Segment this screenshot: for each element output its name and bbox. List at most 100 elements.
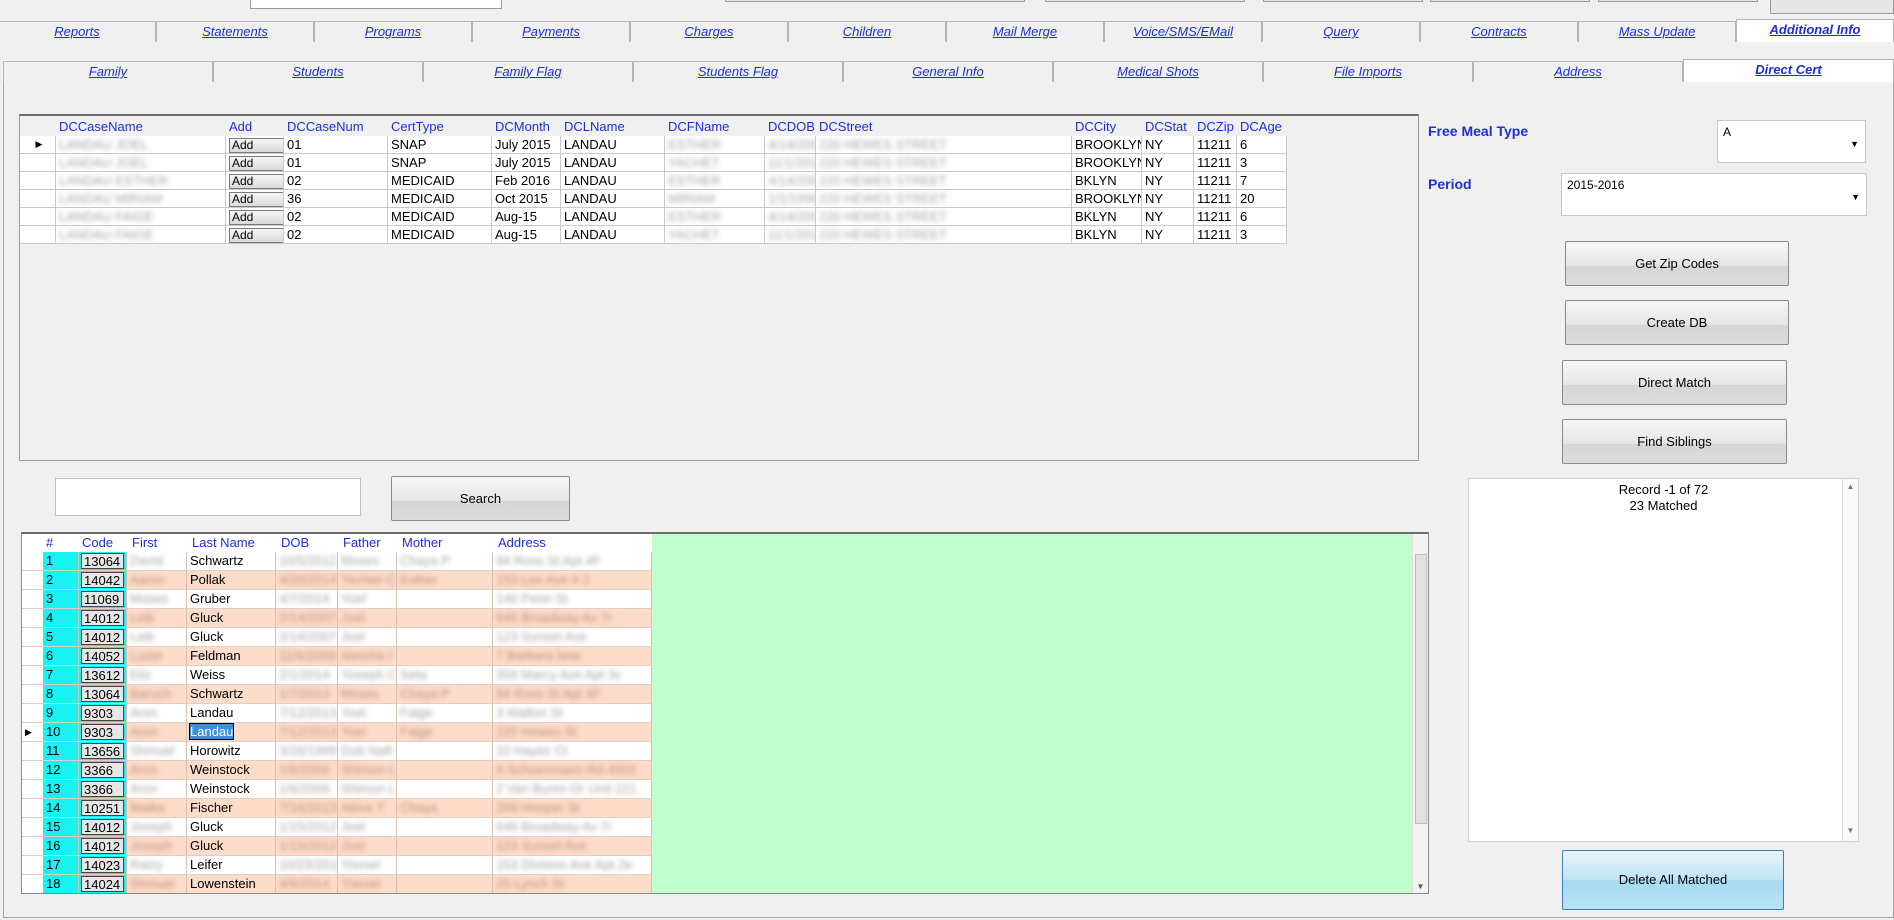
- column-header-dcage[interactable]: DCAge: [1237, 118, 1287, 136]
- address-cell[interactable]: 146 Penn St: [493, 590, 652, 609]
- column-header-father[interactable]: Father: [343, 535, 381, 550]
- first-cell[interactable]: David: [127, 552, 187, 571]
- dob-cell[interactable]: 11/6/2009: [276, 647, 338, 666]
- student-grid-scrollbar[interactable]: ▼: [1412, 534, 1428, 893]
- column-header-first[interactable]: First: [132, 535, 157, 550]
- address-cell[interactable]: 2 Van Buren Dr Unit 221: [493, 780, 652, 799]
- dc-cell-add[interactable]: Add: [226, 136, 284, 154]
- column-header-last-name[interactable]: Last Name: [192, 535, 255, 550]
- mother-cell[interactable]: [397, 780, 493, 799]
- table-row[interactable]: 16 14012 Joseph Gluck 1/15/2012 Joel 123 Sunse…: [22, 837, 652, 856]
- get-zip-codes-button[interactable]: Get Zip Codes: [1565, 241, 1789, 286]
- column-header-address[interactable]: Address: [498, 535, 546, 550]
- row-selector[interactable]: [22, 742, 43, 761]
- column-header-dclname[interactable]: DCLName: [561, 118, 665, 136]
- dob-cell[interactable]: 7/16/2013: [276, 799, 338, 818]
- column-header-dcmonth[interactable]: DCMonth: [492, 118, 561, 136]
- mother-cell[interactable]: Chaya P: [397, 685, 493, 704]
- father-cell[interactable]: Yisroel: [338, 856, 397, 875]
- first-cell[interactable]: Eliz: [127, 666, 187, 685]
- row-selector[interactable]: [22, 552, 43, 571]
- last-name-cell[interactable]: Gruber: [187, 590, 276, 609]
- mother-cell[interactable]: [397, 818, 493, 837]
- address-cell[interactable]: 94 Ross St Apt 4F: [493, 552, 652, 571]
- subtab-direct-cert[interactable]: Direct Cert: [1683, 59, 1894, 82]
- tab-programs[interactable]: Programs: [314, 21, 472, 42]
- last-name-cell[interactable]: Schwartz: [187, 552, 276, 571]
- row-selector[interactable]: [20, 154, 56, 172]
- dob-cell[interactable]: 4/6/2014: [276, 875, 338, 893]
- add-button[interactable]: Add: [229, 156, 283, 171]
- father-cell[interactable]: Joel: [338, 818, 397, 837]
- code-cell[interactable]: 14012: [79, 609, 127, 628]
- tab-additional-info[interactable]: Additional Info: [1736, 19, 1894, 42]
- code-cell[interactable]: 14052: [79, 647, 127, 666]
- code-cell[interactable]: 13064: [79, 685, 127, 704]
- mother-cell[interactable]: [397, 609, 493, 628]
- column-header-code[interactable]: Code: [82, 535, 113, 550]
- address-cell[interactable]: 4 Schoenmann Rd 4002: [493, 761, 652, 780]
- address-cell[interactable]: 10 Hayes Ct: [493, 742, 652, 761]
- father-cell[interactable]: Yoel: [338, 704, 397, 723]
- row-selector[interactable]: [20, 226, 56, 244]
- address-cell[interactable]: 94 Ross St Apt 4F: [493, 685, 652, 704]
- tab-mail-merge[interactable]: Mail Merge: [946, 21, 1104, 42]
- address-cell[interactable]: 3 Walton St: [493, 704, 652, 723]
- dc-grid-row[interactable]: ▶ LANDAU JOEL Add 01 SNAP July 2015 LANDAU ESTH…: [20, 136, 1287, 154]
- father-cell[interactable]: Joel: [338, 628, 397, 647]
- chevron-down-icon[interactable]: ▼: [1851, 192, 1860, 202]
- first-cell[interactable]: Raizy: [127, 856, 187, 875]
- column-header-dccasename[interactable]: DCCaseName: [56, 118, 226, 136]
- father-cell[interactable]: Moses: [338, 685, 397, 704]
- table-row[interactable]: 4 14012 Leib Gluck 2/14/2007 Joel 646 Broadway…: [22, 609, 652, 628]
- last-name-cell[interactable]: Gluck: [187, 818, 276, 837]
- father-cell[interactable]: Joel: [338, 837, 397, 856]
- row-selector[interactable]: [22, 666, 43, 685]
- scroll-down-icon[interactable]: ▼: [1413, 882, 1428, 891]
- table-row[interactable]: 18 14024 Shmuel Lowenstein 4/6/2014 Yisroel 26…: [22, 875, 652, 893]
- last-name-cell[interactable]: Gluck: [187, 628, 276, 647]
- row-selector[interactable]: ▶: [22, 723, 43, 742]
- last-name-cell[interactable]: Landau: [187, 723, 276, 742]
- dob-cell[interactable]: 2/14/2007: [276, 628, 338, 647]
- table-row[interactable]: 7 13612 Eliz Weiss 2/1/2014 Yoseph C Seta 358 M…: [22, 666, 652, 685]
- code-cell[interactable]: 11069: [79, 590, 127, 609]
- table-row[interactable]: 1 13064 David Schwartz 10/5/2012 Moses Chaya P…: [22, 552, 652, 571]
- address-cell[interactable]: 7 Barbara lane: [493, 647, 652, 666]
- add-button[interactable]: Add: [229, 210, 283, 225]
- first-cell[interactable]: Leib: [127, 628, 187, 647]
- last-name-cell[interactable]: Schwartz: [187, 685, 276, 704]
- subtab-family-flag[interactable]: Family Flag: [423, 61, 633, 82]
- dob-cell[interactable]: 4/7/2014: [276, 590, 338, 609]
- tab-children[interactable]: Children: [788, 21, 946, 42]
- code-cell[interactable]: 9303: [79, 723, 127, 742]
- row-selector[interactable]: [22, 780, 43, 799]
- first-cell[interactable]: Aron: [127, 780, 187, 799]
- code-cell[interactable]: 13612: [79, 666, 127, 685]
- mother-cell[interactable]: [397, 628, 493, 647]
- column-header-dcfname[interactable]: DCFName: [665, 118, 765, 136]
- first-cell[interactable]: Aaron: [127, 571, 187, 590]
- dc-grid-row[interactable]: LANDAU ESTHER Add 02 MEDICAID Feb 2016 LANDAU…: [20, 172, 1287, 190]
- dc-cell-add[interactable]: Add: [226, 154, 284, 172]
- dc-cell-add[interactable]: Add: [226, 226, 284, 244]
- address-cell[interactable]: 220 Hewes St: [493, 723, 652, 742]
- first-cell[interactable]: Aron: [127, 723, 187, 742]
- first-cell[interactable]: Baruch: [127, 685, 187, 704]
- dc-grid-row[interactable]: LANDAU JOEL Add 01 SNAP July 2015 LANDAU YACHE…: [20, 154, 1287, 172]
- code-cell[interactable]: 13656: [79, 742, 127, 761]
- address-cell[interactable]: 299 Hooper St: [493, 799, 652, 818]
- tab-charges[interactable]: Charges: [630, 21, 788, 42]
- last-name-cell[interactable]: Leifer: [187, 856, 276, 875]
- mother-cell[interactable]: Faige: [397, 723, 493, 742]
- last-name-cell[interactable]: Feldman: [187, 647, 276, 666]
- table-row[interactable]: 5 14012 Leib Gluck 2/14/2007 Joel 123 Sunset A…: [22, 628, 652, 647]
- dob-cell[interactable]: 2/14/2007: [276, 609, 338, 628]
- mother-cell[interactable]: Faige: [397, 704, 493, 723]
- dob-cell[interactable]: 2/1/2014: [276, 666, 338, 685]
- father-cell[interactable]: Simcha I: [338, 647, 397, 666]
- last-name-cell[interactable]: Landau: [187, 704, 276, 723]
- row-selector[interactable]: [22, 571, 43, 590]
- code-cell[interactable]: 3366: [79, 780, 127, 799]
- column-header-certtype[interactable]: CertType: [388, 118, 492, 136]
